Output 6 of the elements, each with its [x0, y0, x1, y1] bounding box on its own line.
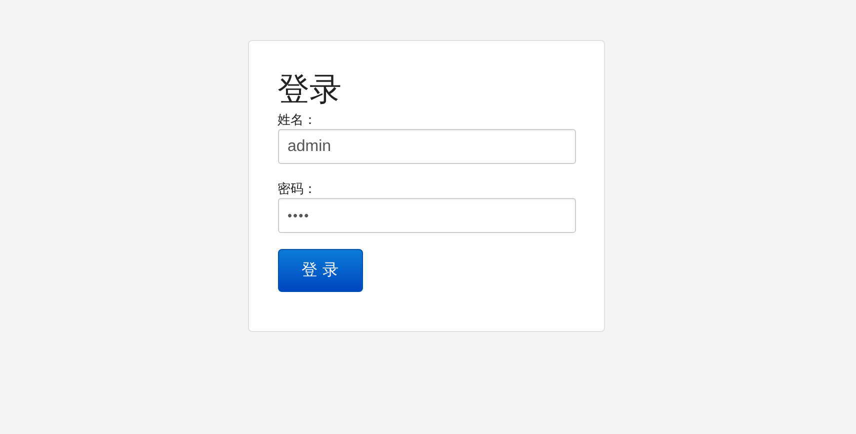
- login-button[interactable]: 登 录: [278, 249, 362, 292]
- input-field[interactable]: admin: [278, 129, 576, 164]
- login-title: 登录: [278, 69, 342, 110]
- input-field[interactable]: ••••: [278, 198, 576, 233]
- field-label: 密码：: [278, 182, 316, 198]
- field-label: 姓名：: [278, 113, 316, 129]
